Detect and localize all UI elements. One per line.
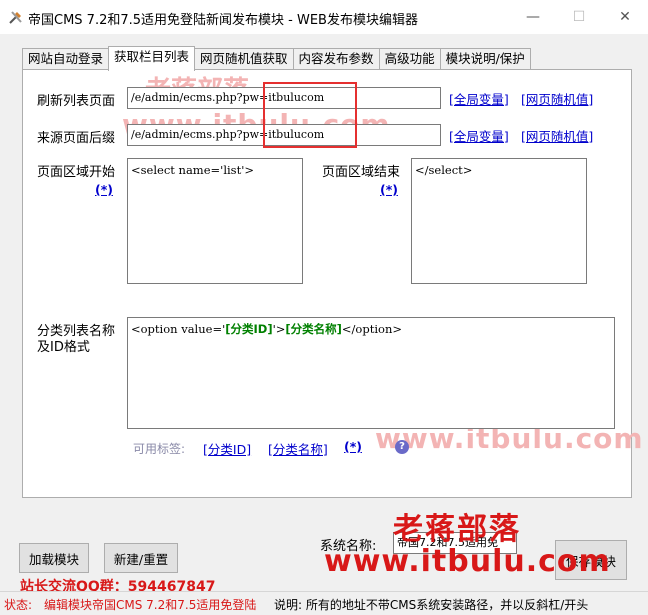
region-start-star-link[interactable]: (*) [95,182,113,197]
random-value-link-1[interactable]: [网页随机值] [521,89,593,108]
global-var-link-1[interactable]: [全局变量] [449,89,509,108]
category-mid: '> [272,322,286,336]
global-var-link-2[interactable]: [全局变量] [449,126,509,145]
category-suffix: </option> [341,322,402,336]
tab-module-info[interactable]: 模块说明/保护 [439,48,531,70]
source-suffix-label: 来源页面后缀 [37,131,116,146]
status-label: 状态: [4,598,33,612]
minimize-button[interactable]: — [510,0,556,34]
window-title: 帝国CMS 7.2和7.5适用免登陆新闻发布模块 - WEB发布模块编辑器 [28,13,418,28]
title-bar: 帝国CMS 7.2和7.5适用免登陆新闻发布模块 - WEB发布模块编辑器 — … [0,0,648,34]
tab-auto-login[interactable]: 网站自动登录 [22,48,110,70]
new-reset-button[interactable]: 新建/重置 [104,543,178,573]
region-end-star-link[interactable]: (*) [380,182,398,197]
region-end-textarea[interactable]: </select> [411,158,587,284]
tag-category-name-link[interactable]: [分类名称] [268,439,328,458]
region-start-textarea[interactable]: <select name='list'> [127,158,303,284]
tag-category-id-link[interactable]: [分类ID] [203,439,251,458]
refresh-list-label: 刷新列表页面 [37,94,116,109]
available-tags-label: 可用标签: [133,442,186,456]
close-button[interactable]: ✕ [602,0,648,34]
category-prefix: <option value=' [131,322,226,336]
region-start-label: 页面区域开始 [37,165,116,180]
tab-publish-params[interactable]: 内容发布参数 [292,48,380,70]
highlight-box [263,82,357,148]
category-format-textarea[interactable]: <option value='[分类ID]'>[分类名称]</option> [127,317,615,429]
status-hint: 说明: 所有的地址不带CMS系统安装路径，并以反斜杠/开头 [274,598,589,612]
status-bar: 状态: 编辑模块帝国CMS 7.2和7.5适用免登陆 说明: 所有的地址不带CM… [0,591,648,615]
app-tools-icon [9,11,22,24]
tab-strip: 网站自动登录 获取栏目列表 网页随机值获取 内容发布参数 高级功能 模块说明/保… [22,46,531,71]
category-format-label-2: 及ID格式 [37,340,90,355]
tab-random-value[interactable]: 网页随机值获取 [194,48,294,70]
random-value-link-2[interactable]: [网页随机值] [521,126,593,145]
status-message: 编辑模块帝国CMS 7.2和7.5适用免登陆 [44,598,257,612]
category-name-tag: [分类名称] [285,322,342,336]
help-icon[interactable]: ? [395,440,409,454]
tag-star-link[interactable]: (*) [344,439,362,454]
watermark-cn-big: 老蒋部落 [393,512,521,547]
watermark-url-big: www.itbulu.com [324,544,611,579]
load-module-button[interactable]: 加载模块 [19,543,89,573]
maximize-button[interactable]: ☐ [556,0,602,34]
tab-advanced[interactable]: 高级功能 [378,48,441,70]
region-end-label: 页面区域结束 [322,165,401,180]
category-id-tag: [分类ID] [225,322,273,336]
tab-get-category-list[interactable]: 获取栏目列表 [108,46,196,71]
